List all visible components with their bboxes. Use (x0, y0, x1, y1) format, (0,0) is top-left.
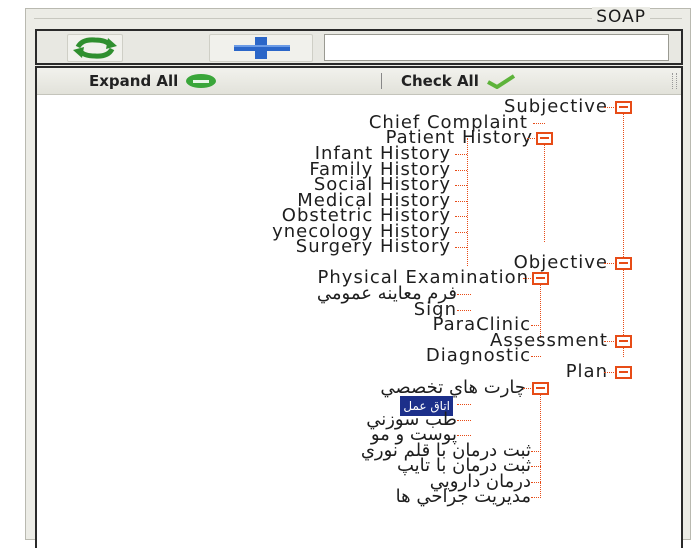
collapse-toggle-assessment[interactable] (615, 335, 632, 348)
tree-node-surgery-management[interactable]: مديريت جراحي ها (396, 488, 531, 506)
tree-connector (457, 420, 471, 421)
tree-connector (531, 325, 541, 326)
checkmark-icon (487, 74, 516, 90)
tree-connector (455, 170, 467, 171)
tree-connector (455, 201, 467, 202)
search-input[interactable] (324, 34, 669, 61)
collapse-toggle-objective[interactable] (615, 257, 632, 270)
panel-border-line (34, 18, 682, 19)
tree-line (544, 138, 545, 242)
panel-title: SOAP (592, 7, 650, 27)
tree-connector (531, 466, 541, 467)
tree-node-surgery-history[interactable]: Surgery History (296, 238, 451, 256)
tree-toolbar: Expand All Check All (37, 68, 681, 95)
collapse-toggle-specialty-charts[interactable] (532, 382, 549, 395)
toolbar-separator (381, 73, 382, 89)
refresh-arrows-icon (73, 37, 117, 59)
toolbar-grip (672, 73, 677, 89)
collapse-toggle-subjective[interactable] (615, 101, 632, 114)
tree-connector (531, 497, 541, 498)
tree-connector (531, 482, 541, 483)
tree-connector (533, 123, 545, 124)
tree-connector (457, 435, 471, 436)
collapse-toggle-plan[interactable] (615, 366, 632, 379)
tree-connector (455, 185, 467, 186)
expand-all-button[interactable]: Expand All (89, 72, 218, 90)
tree-node-specialty-charts[interactable]: چارت هاي تخصصي (380, 379, 526, 397)
tree-node-diagnostic[interactable]: Diagnostic (426, 347, 531, 365)
check-all-button[interactable]: Check All (401, 72, 518, 90)
tree-line (467, 138, 468, 266)
expand-all-label: Expand All (89, 72, 179, 90)
check-all-label: Check All (401, 72, 479, 90)
soap-panel: SOAP Expand All Check All Subjective Chi… (25, 7, 691, 548)
collapse-toggle-patient-history[interactable] (536, 132, 553, 145)
expand-plus-icon (185, 74, 216, 88)
plus-icon (234, 37, 290, 59)
tree-connector (455, 154, 467, 155)
tree-connector (455, 232, 467, 233)
tree-connector (455, 247, 467, 248)
tree-node-plan[interactable]: Plan (566, 363, 608, 381)
top-toolbar (35, 29, 683, 65)
tree-connector (531, 451, 541, 452)
tree-line (623, 109, 624, 357)
collapse-toggle-physical-examination[interactable] (532, 272, 549, 285)
tree-connector (457, 404, 471, 405)
tree-panel: Expand All Check All Subjective Chief Co… (35, 66, 683, 548)
refresh-button[interactable] (67, 34, 123, 62)
tree-connector (455, 216, 467, 217)
tree-connector (457, 310, 471, 311)
add-button[interactable] (209, 34, 313, 62)
tree-connector (531, 356, 541, 357)
tree-connector (457, 294, 471, 295)
soap-tree: Subjective Chief Complaint Patient Histo… (37, 95, 681, 548)
